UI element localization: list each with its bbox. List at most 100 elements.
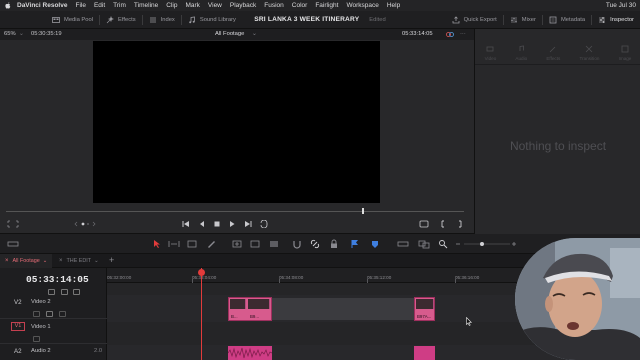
play-icon[interactable] [228,220,236,228]
video-clip[interactable]: B... B9... [228,297,272,321]
effects-button[interactable]: Effects [100,11,142,29]
detail-zoom-icon[interactable] [418,239,430,249]
tab-all-footage[interactable]: × All Footage ⌄ [0,254,53,268]
tab-image[interactable]: Image [619,45,631,61]
tab-effects[interactable]: Effects [546,45,560,61]
menu-trim[interactable]: Trim [113,2,126,9]
playhead-handle[interactable] [198,269,205,276]
index-button[interactable]: Index [143,11,181,29]
quick-export-button[interactable]: Quick Export [446,11,503,29]
insert-clip-icon[interactable] [231,239,243,249]
track-name-v1[interactable]: Video 1 [31,324,51,330]
menu-mark[interactable]: Mark [185,2,199,9]
playhead[interactable] [201,268,202,360]
close-icon[interactable]: × [5,258,9,264]
clock[interactable]: Tue Jul 30 [606,2,636,9]
blade-tool-icon[interactable] [206,239,216,249]
zoom-dropdown-icon[interactable]: ⌄ [19,31,24,37]
auto-select-icon[interactable] [46,311,53,317]
close-icon[interactable]: × [59,258,63,264]
mark-out-icon[interactable] [455,220,463,228]
menu-help[interactable]: Help [387,2,400,9]
chevron-down-icon[interactable]: ⌄ [43,258,48,264]
zoom-slider[interactable] [455,239,517,249]
stop-icon[interactable] [213,220,221,228]
tab-the-edit[interactable]: × THE EDIT ⌄ [54,254,104,268]
snapping-icon[interactable] [292,239,302,249]
jog-icon[interactable] [74,220,96,228]
add-timeline-button[interactable]: + [109,255,114,265]
toolbar-right: Quick Export Mixer Metadata Inspector [446,11,640,29]
clip-name: B... [231,314,238,319]
lock-icon[interactable] [33,311,40,317]
export-icon [452,16,460,24]
overwrite-clip-icon[interactable] [249,239,261,249]
apple-icon[interactable] [4,2,11,10]
chevron-down-icon[interactable]: ⌄ [252,31,257,37]
media-pool-button[interactable]: Media Pool [0,11,99,29]
tab-video[interactable]: Video [485,45,496,61]
menu-timeline[interactable]: Timeline [134,2,158,9]
transition-icon [586,45,593,53]
first-frame-icon[interactable] [182,220,190,228]
menu-fairlight[interactable]: Fairlight [315,2,338,9]
track-id-v1[interactable]: V1 [11,322,25,331]
menu-file[interactable]: File [75,2,85,9]
chevron-down-icon[interactable]: ⌄ [94,258,99,264]
lock-icon[interactable] [33,336,40,342]
track-divider [0,318,107,319]
flag-icon[interactable] [350,239,360,249]
inspector-button[interactable]: Inspector [592,11,640,29]
track-name-v2[interactable]: Video 2 [31,299,51,305]
menu-view[interactable]: View [208,2,222,9]
match-frame-icon[interactable] [418,220,430,228]
marker-icon[interactable] [370,239,380,249]
sound-library-button[interactable]: Sound Library [182,11,242,29]
linked-selection-icon[interactable] [310,239,320,249]
track-visibility-icon[interactable] [59,311,66,317]
menu-workspace[interactable]: Workspace [346,2,378,9]
zoom-level[interactable]: 65% [4,31,16,37]
ruler-label: 05:35:12:00 [367,275,392,280]
mark-in-icon[interactable] [440,220,448,228]
position-lock-icon[interactable] [329,239,339,249]
audio-waveform [227,347,273,359]
auto-select-icon[interactable] [61,289,68,295]
trim-tool-icon[interactable] [168,239,180,249]
menu-playback[interactable]: Playback [230,2,256,9]
audio-clip[interactable] [414,346,435,360]
lock-icon[interactable] [48,289,55,295]
safe-area-icon[interactable] [7,220,19,228]
media-pool-label: Media Pool [64,16,94,23]
custom-zoom-icon[interactable] [438,239,448,249]
dynamic-trim-icon[interactable] [186,239,198,249]
track-visibility-icon[interactable] [73,289,80,295]
tab-transition[interactable]: Transition [579,45,599,61]
last-frame-icon[interactable] [244,220,252,228]
layout-icon[interactable] [7,239,19,249]
menu-edit[interactable]: Edit [94,2,105,9]
metadata-button[interactable]: Metadata [543,11,591,29]
source-selector[interactable]: All Footage [215,31,244,37]
webcam-person-image [515,238,640,360]
audio-clip[interactable] [227,346,273,360]
track-name-a2[interactable]: Audio 2 [31,348,51,354]
replace-clip-icon[interactable] [268,239,280,249]
full-extent-zoom-icon[interactable] [397,239,409,249]
color-wheel-icon[interactable] [446,31,454,40]
video-clip[interactable]: B97A... [414,297,435,321]
tab-audio[interactable]: Audio [515,45,527,61]
inspector-panel: Video Audio Effects Transition Image Not… [474,29,640,234]
selection-tool-icon[interactable] [152,239,162,249]
track-gap[interactable] [271,298,416,320]
more-options-icon[interactable]: ··· [460,31,466,37]
menu-color[interactable]: Color [292,2,308,9]
app-menu[interactable]: DaVinci Resolve [17,2,67,9]
menu-clip[interactable]: Clip [166,2,177,9]
mixer-button[interactable]: Mixer [504,11,542,29]
loop-icon[interactable] [259,220,269,228]
menu-fusion[interactable]: Fusion [264,2,284,9]
index-icon [149,17,156,22]
track-headers: 05:33:14:05 V2 Video 2 Video 1 A2 Audio … [0,268,107,360]
play-reverse-icon[interactable] [198,220,206,228]
